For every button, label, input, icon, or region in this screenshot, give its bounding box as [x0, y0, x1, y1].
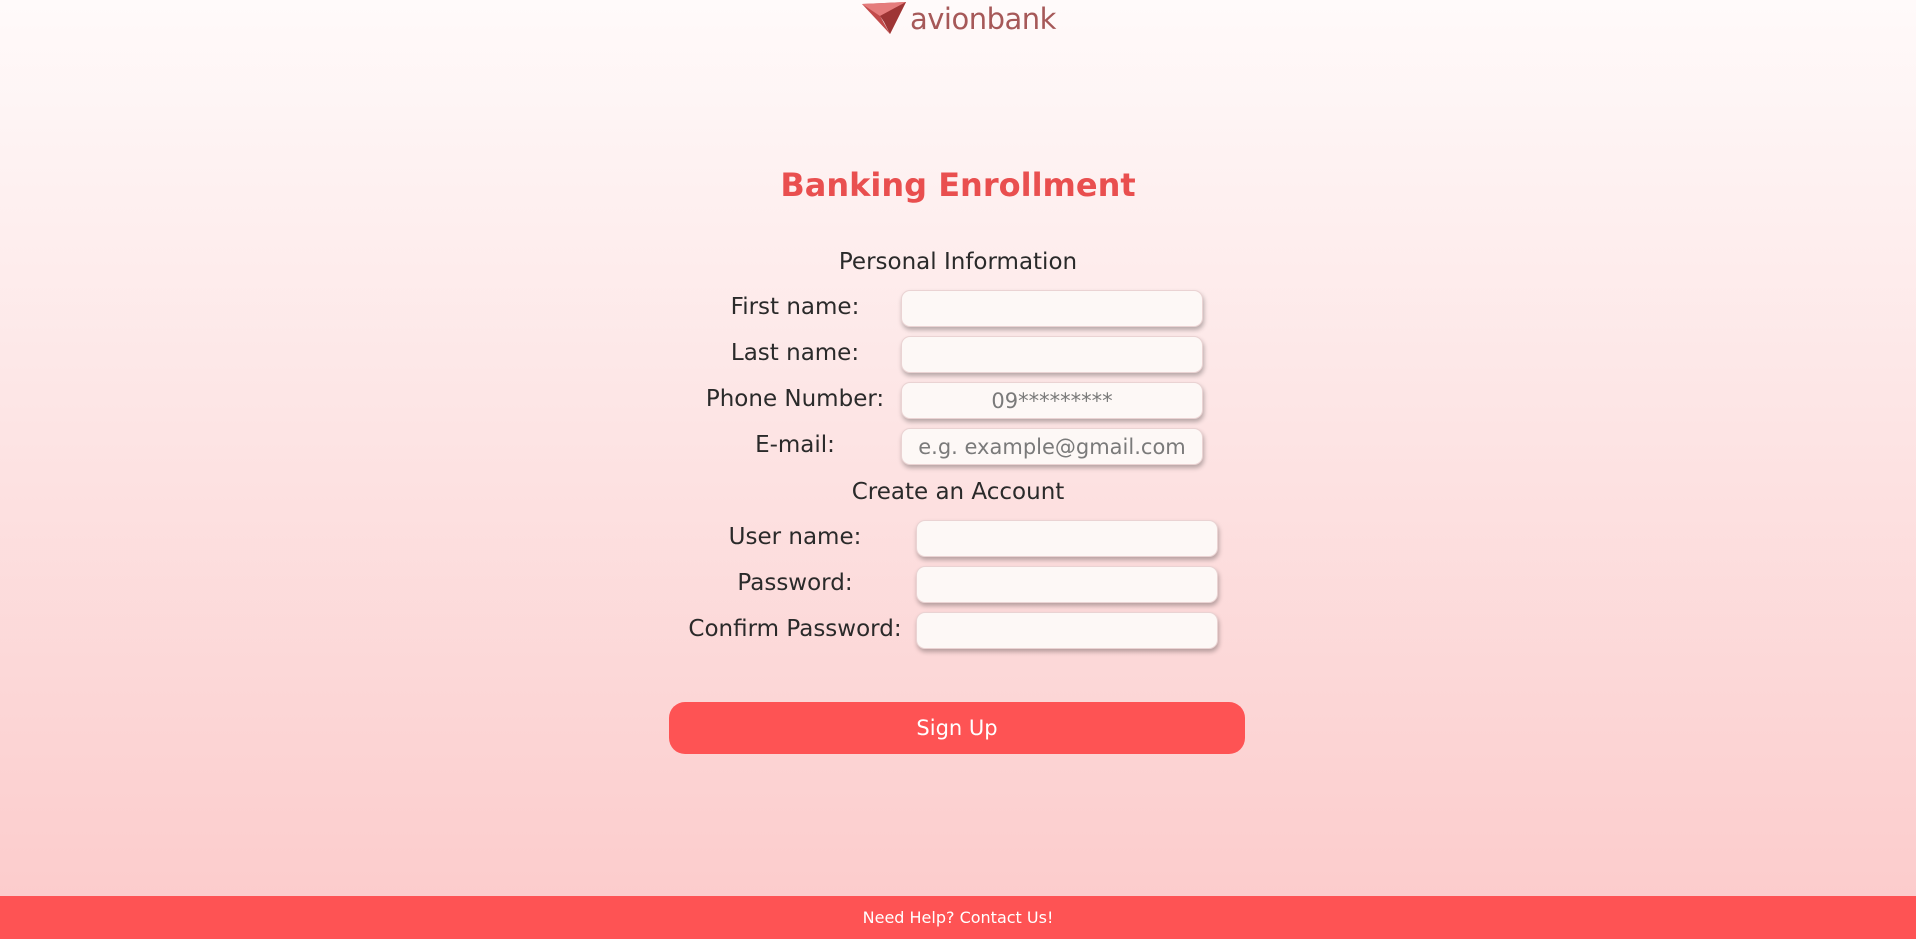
personal-info-heading: Personal Information: [838, 249, 1078, 275]
brand-logo[interactable]: avionbank: [860, 0, 1056, 38]
first-name-label: First name:: [730, 294, 860, 320]
confirm-password-label: Confirm Password:: [688, 616, 902, 642]
confirm-password-input[interactable]: [916, 612, 1218, 649]
last-name-input[interactable]: [901, 336, 1203, 373]
sign-up-button[interactable]: Sign Up: [669, 702, 1245, 754]
create-account-heading: Create an Account: [851, 479, 1065, 505]
email-label: E-mail:: [755, 432, 835, 458]
paper-plane-logo-icon: [862, 2, 906, 34]
page-title: Banking Enrollment: [780, 166, 1136, 204]
footer: Need Help? Contact Us!: [0, 896, 1916, 939]
password-label: Password:: [737, 570, 853, 596]
first-name-input[interactable]: [901, 290, 1203, 327]
phone-number-label: Phone Number:: [705, 386, 885, 412]
username-input[interactable]: [916, 520, 1218, 557]
contact-us-link[interactable]: Need Help? Contact Us!: [863, 908, 1054, 927]
brand-name: avionbank: [910, 2, 1056, 36]
password-input[interactable]: [916, 566, 1218, 603]
username-label: User name:: [728, 524, 862, 550]
email-input[interactable]: [901, 428, 1203, 465]
phone-number-input[interactable]: [901, 382, 1203, 419]
last-name-label: Last name:: [730, 340, 860, 366]
